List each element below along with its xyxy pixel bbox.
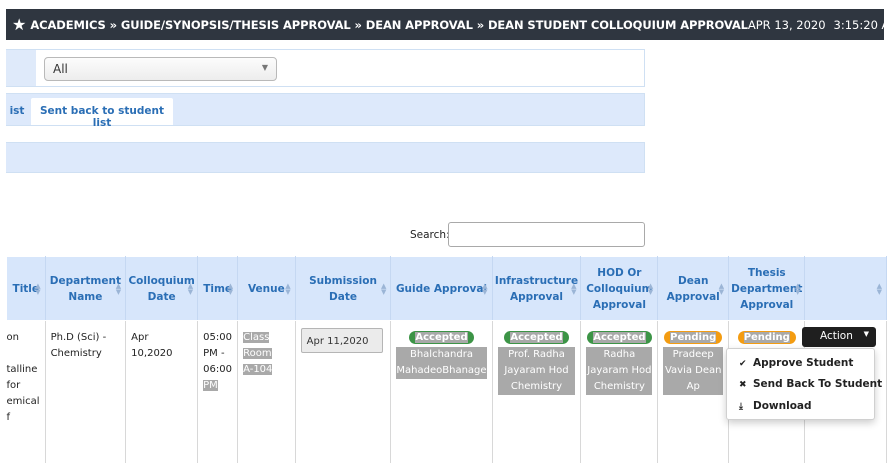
sort-icon: ▲ ▼: [647, 282, 654, 296]
star-icon[interactable]: ★: [12, 15, 26, 34]
close-icon: ✖: [739, 380, 747, 390]
approver-name: Pradeep Vavia Dean Ap: [663, 347, 724, 395]
breadcrumb: ACADEMICS » GUIDE/SYNOPSIS/THESIS APPROV…: [30, 17, 748, 32]
datetime: APR 13, 2020 3:15:20 AM: [748, 18, 887, 32]
sort-icon: ▲ ▼: [718, 282, 725, 296]
action-button[interactable]: Action ▼: [802, 327, 876, 347]
header-date: APR 13, 2020: [747, 17, 826, 32]
col-department-name[interactable]: Department Name ▲ ▼: [44, 256, 127, 321]
approver-name: Bhalchandra MahadeoBhanage: [396, 347, 487, 379]
sort-icon: ▲ ▼: [794, 282, 801, 296]
approver-name: Radha Jayaram Hod Chemistry: [586, 347, 653, 395]
caret-down-icon: ▼: [863, 330, 869, 338]
cell-venue: Class Room A-104: [237, 320, 296, 463]
cell-time: 05:00 PM -06:00 PM: [197, 320, 239, 463]
tab-list[interactable]: ist: [6, 98, 28, 125]
search-input[interactable]: [448, 222, 645, 247]
cell-colloquium-date: Apr 10,2020: [125, 320, 199, 463]
status-badge: Accepted: [504, 331, 569, 344]
filter-panel: All ▼: [6, 49, 645, 87]
top-header-bar: ★ ACADEMICS » GUIDE/SYNOPSIS/THESIS APPR…: [6, 9, 887, 40]
sort-icon: ▲ ▼: [381, 282, 387, 296]
status-badge: Pending: [664, 331, 723, 344]
status-badge: Accepted: [409, 331, 474, 344]
filter-label-strip: [6, 50, 36, 86]
sort-icon: ▲ ▼: [35, 282, 41, 296]
submission-date-box: Apr 11,2020: [300, 328, 383, 353]
sort-icon: ▲ ▼: [876, 282, 882, 296]
header-time: 3:15:20 AM: [833, 17, 887, 32]
sort-icon: ▲ ▼: [285, 282, 291, 296]
cell-infrastructure-approval: Accepted Prof. Radha Jayaram Hod Chemist…: [492, 320, 582, 463]
cell-submission-date: Apr 11,2020: [295, 320, 392, 463]
approver-name: Prof. Radha Jayaram Hod Chemistry: [497, 347, 576, 395]
table-header-row: Title ▲ ▼ Department Name ▲ ▼ Colloquium Dat…: [6, 256, 887, 321]
col-dean-approval[interactable]: Dean Approval ▲ ▼: [657, 256, 730, 321]
cell-title: on talline for emical f: [6, 320, 46, 463]
sort-icon: ▲ ▼: [115, 282, 122, 296]
col-infrastructure-approval[interactable]: Infrastructure Approval ▲ ▼: [491, 256, 582, 321]
menu-item-send-back-to-student[interactable]: ✖ Send Back To Student: [739, 378, 882, 390]
cell-department: Ph.D (Sci) - Chemistry: [45, 320, 127, 463]
search-label: Search:: [410, 229, 450, 241]
col-time[interactable]: Time ▲ ▼: [197, 256, 239, 321]
col-venue[interactable]: Venue ▲ ▼: [237, 256, 296, 321]
sort-icon: ▲ ▼: [187, 282, 194, 296]
download-icon: ⤓: [739, 402, 743, 412]
chevron-down-icon: ▼: [261, 63, 268, 72]
col-submission-date[interactable]: Submission Date ▲ ▼: [294, 256, 392, 321]
action-dropdown-menu: ✔ Approve Student ✖ Send Back To Student ⤓…: [726, 348, 882, 420]
status-filter-select[interactable]: All ▼: [44, 57, 277, 81]
menu-item-approve-student[interactable]: ✔ Approve Student: [739, 357, 853, 369]
menu-item-download[interactable]: ⤓ Download: [739, 400, 812, 412]
sort-icon: ▲ ▼: [482, 282, 488, 296]
col-thesis-department-approval[interactable]: Thesis Department Approval ▲ ▼: [728, 256, 806, 321]
cell-dean-approval: Pending Pradeep Vavia Dean Ap: [657, 320, 730, 463]
sort-icon: ▲ ▼: [571, 282, 577, 296]
sort-icon: ▲ ▼: [227, 282, 234, 296]
status-filter-value: All: [53, 62, 68, 76]
col-hod-approval[interactable]: HOD Or Colloquium Approval ▲ ▼: [580, 256, 659, 321]
col-colloquium-date[interactable]: Colloquium Date ▲ ▼: [125, 256, 199, 321]
status-badge: Pending: [737, 331, 796, 344]
cell-guide-approval: Accepted Bhalchandra MahadeoBhanage: [390, 320, 493, 463]
check-icon: ✔: [739, 359, 747, 369]
tabs-bar: ist Sent back to student list: [6, 93, 645, 129]
cell-hod-approval: Accepted Radha Jayaram Hod Chemistry: [580, 320, 659, 463]
col-action[interactable]: ▲ ▼: [804, 256, 887, 321]
status-badge: Accepted: [587, 331, 652, 344]
col-title[interactable]: Title ▲ ▼: [6, 256, 46, 321]
info-bar: [6, 142, 645, 173]
tab-sent-back-to-student-list[interactable]: Sent back to student list: [31, 98, 173, 129]
col-guide-approval[interactable]: Guide Approval ▲ ▼: [390, 256, 493, 321]
